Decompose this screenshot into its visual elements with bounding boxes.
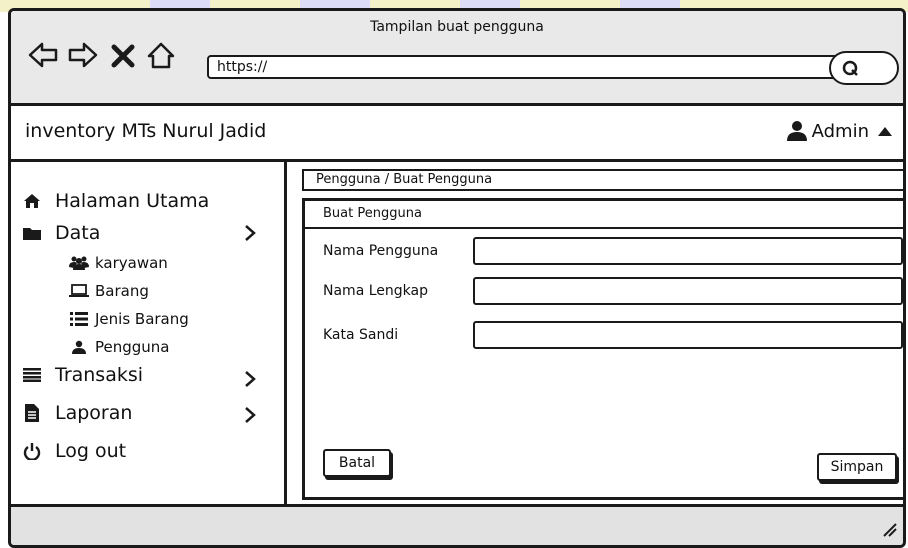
field-label-nama-pengguna: Nama Pengguna [323, 243, 439, 259]
home-icon [21, 192, 43, 210]
back-arrow-icon[interactable] [27, 39, 59, 71]
chevron-right-icon [245, 225, 256, 241]
browser-chrome: Tampilan buat pengguna https:// [11, 11, 903, 103]
sidebar-item-halaman-utama[interactable]: Halaman Utama [21, 190, 209, 212]
folder-icon [21, 224, 43, 242]
chevron-right-icon [245, 371, 256, 387]
user-icon [786, 121, 807, 141]
breadcrumb[interactable]: Pengguna / Buat Pengguna [302, 169, 903, 191]
caret-up-icon [878, 127, 892, 136]
sidebar-item-label: Jenis Barang [95, 310, 189, 328]
sidebar-item-laporan[interactable]: Laporan [21, 402, 132, 424]
list-icon [69, 311, 89, 327]
home-icon[interactable] [145, 39, 177, 71]
search-icon [842, 60, 858, 76]
nama-lengkap-input[interactable] [473, 277, 903, 305]
user-icon [69, 339, 89, 355]
create-user-panel: Buat Pengguna Nama Pengguna Nama Lengkap… [302, 198, 903, 500]
sidebar-item-label: Transaksi [55, 364, 144, 386]
sidebar-item-barang[interactable]: Barang [69, 282, 149, 300]
nama-pengguna-input[interactable] [473, 237, 903, 265]
admin-label: Admin [811, 120, 869, 142]
sidebar-item-label: Log out [55, 440, 127, 462]
forward-arrow-icon[interactable] [67, 39, 99, 71]
document-icon [21, 404, 43, 422]
panel-title: Buat Pengguna [305, 201, 903, 229]
sidebar-item-karyawan[interactable]: karyawan [69, 254, 168, 272]
chevron-right-icon [245, 407, 256, 423]
sidebar-item-label: Data [55, 222, 101, 244]
sidebar-item-data[interactable]: Data [21, 222, 100, 244]
browser-window: Tampilan buat pengguna https:// inventor… [8, 8, 906, 548]
sidebar: Halaman Utama Data karyawan Barang Jenis… [11, 162, 287, 504]
sidebar-item-transaksi[interactable]: Transaksi [21, 364, 143, 386]
sidebar-item-label: Pengguna [95, 338, 170, 356]
sidebar-item-label: Barang [95, 282, 149, 300]
app-header: inventory MTs Nurul Jadid Admin [11, 106, 903, 159]
sidebar-item-label: karyawan [95, 254, 168, 272]
sidebar-item-label: Halaman Utama [55, 190, 210, 212]
admin-menu[interactable]: Admin [786, 120, 893, 142]
users-icon [69, 255, 89, 271]
main-content: Pengguna / Buat Pengguna Buat Pengguna N… [290, 162, 903, 504]
sidebar-item-label: Laporan [55, 402, 133, 424]
field-label-kata-sandi: Kata Sandi [323, 327, 399, 343]
sidebar-item-log-out[interactable]: Log out [21, 440, 126, 462]
cancel-button[interactable]: Batal [323, 449, 391, 477]
bars-icon [21, 366, 43, 384]
search-button[interactable] [829, 51, 899, 85]
kata-sandi-input[interactable] [473, 321, 903, 349]
close-x-icon[interactable] [109, 39, 137, 71]
app-brand: inventory MTs Nurul Jadid [25, 120, 267, 142]
power-icon [21, 442, 43, 460]
status-bar [11, 504, 903, 545]
sidebar-item-jenis-barang[interactable]: Jenis Barang [69, 310, 189, 328]
resize-grip-icon[interactable] [881, 521, 897, 537]
sidebar-item-pengguna[interactable]: Pengguna [69, 338, 170, 356]
window-title: Tampilan buat pengguna [370, 19, 544, 35]
field-label-nama-lengkap: Nama Lengkap [323, 283, 428, 299]
laptop-icon [69, 283, 89, 299]
url-input[interactable]: https:// [207, 55, 839, 79]
save-button[interactable]: Simpan [817, 453, 897, 481]
